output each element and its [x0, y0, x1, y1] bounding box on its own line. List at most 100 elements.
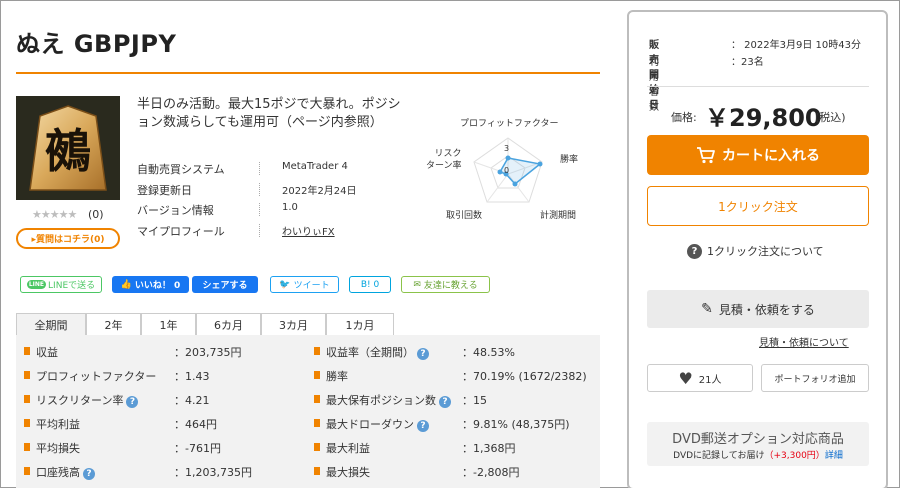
tab-1-year[interactable]: 1年 [141, 313, 196, 335]
product-description: 半日のみ活動。最大15ポジで大暴れ。ポジション数減らしても運用可（ページ内参照） [137, 97, 401, 130]
radar-label-risk: リスク ターン率 [426, 149, 462, 171]
info-label: 自動売買システム [137, 163, 225, 176]
info-row: 自動売買システム MetaTrader 4 [137, 158, 407, 179]
info-value: MetaTrader 4 [282, 161, 348, 172]
tab-3-months[interactable]: 3カ月 [261, 313, 326, 335]
add-to-cart-button[interactable]: カートに入れる [647, 135, 869, 175]
cart-icon [697, 147, 715, 164]
purchase-panel: 販売開始日 ： 2022年3月9日 10時43分 利用者数 ：23名 価格: ￥… [627, 10, 888, 488]
help-icon[interactable]: ? [126, 396, 139, 408]
stat-label: リスクリターン率? [36, 392, 139, 408]
info-label: バージョン情報 [137, 204, 214, 217]
about-one-click-link[interactable]: ? 1クリック注文について [687, 243, 824, 259]
users-value: ：23名 [731, 57, 764, 68]
tab-all-period[interactable]: 全期間 [16, 313, 86, 335]
stat-label: 平均利益 [36, 418, 80, 431]
add-portfolio-button[interactable]: ポートフォリオ追加 [761, 364, 869, 392]
estimate-request-label: 見積・依頼をする [718, 302, 815, 317]
stat-label: 収益 [36, 346, 58, 359]
tab-6-months[interactable]: 6カ月 [196, 313, 261, 335]
info-label: マイプロフィール [137, 224, 225, 238]
stat-label: 最大利益 [326, 442, 370, 455]
question-button[interactable]: ▸質問はコチラ(0) [16, 228, 120, 249]
radar-scale-3: 3 [504, 144, 510, 153]
about-one-click-label: 1クリック注文について [707, 245, 824, 258]
stat-label: 口座残高? [36, 464, 95, 480]
info-row: マイプロフィール わいりぃFX [137, 220, 407, 241]
radar-label-trades: 取引回数 [446, 211, 483, 221]
radar-label-pf: プロフィットファクター [460, 119, 559, 129]
title-divider [16, 72, 600, 74]
estimate-request-button[interactable]: ✎ 見積・依頼をする [647, 290, 869, 328]
price-label: 価格: [671, 111, 697, 124]
like-label: いいね！ 0 [134, 281, 181, 291]
radar-label-winrate: 勝率 [560, 155, 579, 165]
dvd-option-title: DVD郵送オプション対応商品 [672, 432, 844, 447]
stat-value: ：-2,808円 [462, 466, 520, 479]
dvd-option-price: （+3,300円） [764, 451, 825, 461]
question-circle-icon: ? [687, 243, 702, 259]
info-value: 2022年2月24日 [282, 185, 357, 197]
tab-1-month[interactable]: 1カ月 [326, 313, 394, 335]
users-label: 利用者数 [649, 57, 659, 113]
tell-friend-label: 友達に教える [423, 281, 478, 291]
info-value: 1.0 [282, 202, 298, 213]
help-icon[interactable]: ? [439, 396, 451, 408]
stat-label: 最大保有ポジション数? [326, 392, 451, 408]
facebook-share-button[interactable]: シェアする [192, 276, 258, 293]
help-icon[interactable]: ? [417, 348, 429, 360]
radar-point [497, 169, 503, 175]
line-share-button[interactable]: LINE LINEで送る [20, 276, 102, 293]
stat-value: ：464円 [174, 418, 217, 431]
info-row: 登録更新日 2022年2月24日 [137, 179, 407, 200]
add-to-cart-label: カートに入れる [722, 148, 820, 164]
one-click-order-button[interactable]: 1クリック注文 [647, 186, 869, 226]
stat-value: ：1,368円 [462, 442, 516, 455]
stat-label: 最大損失 [326, 466, 370, 479]
product-info-table: 自動売買システム MetaTrader 4 登録更新日 2022年2月24日 バ… [137, 158, 407, 240]
thumbs-up-icon: 👍 [120, 279, 132, 290]
stat-value: ：203,735円 [174, 346, 242, 359]
radar-chart: プロフィットファクター 勝率 計測期間 取引回数 リスク ターン率 3 0 [412, 112, 602, 224]
stat-label: 平均損失 [36, 442, 80, 455]
radar-point [537, 161, 543, 167]
help-icon[interactable]: ? [83, 468, 95, 480]
dvd-option-box: DVD郵送オプション対応商品 DVDに記録してお届け（+3,300円）詳細 [647, 422, 869, 466]
stat-value: ：15 [462, 394, 487, 407]
line-share-label: LINEで送る [48, 281, 96, 291]
dvd-option-subtitle: DVDに記録してお届け（+3,300円）詳細 [673, 451, 843, 461]
tweet-button[interactable]: 🐦 ツイート [270, 276, 339, 293]
stat-value: ：1.43 [174, 370, 210, 383]
facebook-like-button[interactable]: 👍 いいね！ 0 [112, 276, 189, 293]
info-label: 登録更新日 [137, 183, 192, 197]
price-tax: (税込) [815, 111, 846, 124]
heart-icon: ♥ [678, 368, 693, 388]
tweet-label: ツイート [293, 281, 330, 291]
dvd-detail-link[interactable]: 詳細 [825, 451, 843, 461]
stat-value: ：-761円 [174, 442, 221, 455]
twitter-bird-icon: 🐦 [279, 279, 291, 290]
logo-character: 鵺 [45, 124, 91, 178]
page-title: ぬえ GBPJPY [16, 30, 177, 58]
favorite-button[interactable]: ♥ 21人 [647, 364, 753, 392]
about-estimate-link[interactable]: 見積・依頼について [759, 334, 849, 349]
tell-friend-button[interactable]: ✉ 友達に教える [401, 276, 490, 293]
profile-link[interactable]: わいりぃFX [282, 223, 335, 238]
radar-scale-0: 0 [504, 166, 510, 175]
tab-2-years[interactable]: 2年 [86, 313, 141, 335]
radar-point [512, 181, 518, 187]
stat-label: 最大ドローダウン? [326, 416, 429, 432]
stat-value: ：4.21 [174, 394, 210, 407]
stat-label: 収益率（全期間）? [326, 344, 429, 360]
stat-value: ：70.19% (1672/2382) [462, 370, 587, 383]
mail-icon: ✉ [413, 279, 421, 290]
stat-label: 勝率 [326, 370, 348, 383]
product-logo: 鵺 [16, 96, 120, 200]
stat-value: ：48.53% [462, 346, 515, 359]
hatena-bookmark-button[interactable]: B! 0 [349, 276, 391, 293]
release-value: ： 2022年3月9日 10時43分 [731, 40, 861, 51]
stat-value: ：1,203,735円 [174, 466, 252, 479]
radar-label-period: 計測期間 [540, 211, 577, 221]
help-icon[interactable]: ? [417, 420, 429, 432]
stat-label: プロフィットファクター [36, 370, 157, 383]
